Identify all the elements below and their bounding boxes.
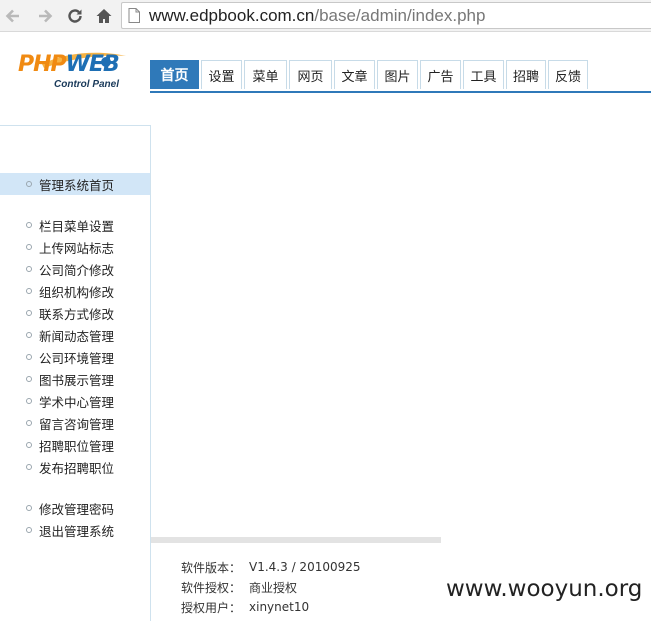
sidebar-item-job-post[interactable]: 发布招聘职位 [0, 456, 150, 478]
sidebar-item-news[interactable]: 新闻动态管理 [0, 324, 150, 346]
tab-tools[interactable]: 工具 [463, 60, 504, 89]
sidebar-item-label: 新闻动态管理 [39, 328, 115, 344]
browser-toolbar: www.edpbook.com.cn/base/admin/index.php [0, 0, 651, 32]
phpweb-logo: PHPWEB Control Panel [14, 50, 132, 98]
info-value: 商业授权 [249, 580, 298, 595]
sidebar-item-admin-home[interactable]: 管理系统首页 [0, 173, 150, 195]
forward-arrow-icon [39, 9, 53, 23]
tab-ads[interactable]: 广告 [420, 60, 461, 89]
bullet-icon [26, 398, 32, 404]
sidebar-item-books[interactable]: 图书展示管理 [0, 368, 150, 390]
logo-text-web: WEB [65, 52, 120, 77]
bullet-icon [26, 266, 32, 272]
info-license: 软件授权： 商业授权 [181, 577, 361, 597]
address-bar[interactable]: www.edpbook.com.cn/base/admin/index.php [121, 2, 651, 29]
sidebar-item-label: 修改管理密码 [39, 501, 115, 517]
bullet-icon [26, 244, 32, 250]
sidebar-item-label: 组织机构修改 [39, 284, 115, 300]
logo-text-php: PHP [18, 52, 67, 77]
sidebar-item-change-password[interactable]: 修改管理密码 [0, 497, 150, 519]
sidebar-item-label: 图书展示管理 [39, 372, 115, 388]
tab-pages[interactable]: 网页 [289, 60, 332, 89]
sidebar-item-label: 栏目菜单设置 [39, 218, 115, 234]
sidebar-item-label: 发布招聘职位 [39, 460, 115, 476]
sidebar-item-label: 公司简介修改 [39, 262, 115, 278]
tab-images[interactable]: 图片 [377, 60, 418, 89]
sidebar-group-content: 栏目菜单设置 上传网站标志 公司简介修改 组织机构修改 联系方式修改 新闻动态管… [0, 214, 150, 478]
sidebar-item-logout[interactable]: 退出管理系统 [0, 519, 150, 541]
sidebar-item-job-manage[interactable]: 招聘职位管理 [0, 434, 150, 456]
home-icon [96, 9, 112, 23]
back-arrow-icon [5, 9, 19, 23]
forward-button[interactable] [33, 4, 57, 28]
software-info: 软件版本： V1.4.3 / 20100925 软件授权： 商业授权 授权用户： xi… [181, 557, 361, 617]
info-value: V1.4.3 / 20100925 [249, 560, 361, 574]
tab-home[interactable]: 首页 [150, 60, 199, 89]
sidebar: 管理系统首页 栏目菜单设置 上传网站标志 公司简介修改 组织机构修改 联系方式修… [0, 125, 151, 621]
bullet-icon [26, 527, 32, 533]
tab-feedback[interactable]: 反馈 [548, 60, 588, 89]
sidebar-group-account: 修改管理密码 退出管理系统 [0, 497, 150, 541]
content-divider [151, 537, 441, 543]
logo-text: PHPWEB [18, 52, 120, 77]
info-user: 授权用户： xinynet10 [181, 597, 361, 617]
bullet-icon [26, 288, 32, 294]
bullet-icon [26, 222, 32, 228]
tabs-underline [150, 91, 651, 93]
sidebar-item-label: 招聘职位管理 [39, 438, 115, 454]
url-text: www.edpbook.com.cn/base/admin/index.php [149, 6, 485, 26]
reload-button[interactable] [63, 4, 87, 28]
tab-articles[interactable]: 文章 [334, 60, 375, 89]
page-icon [128, 8, 140, 23]
sidebar-item-contact[interactable]: 联系方式修改 [0, 302, 150, 324]
back-button[interactable] [1, 4, 25, 28]
bullet-icon [26, 376, 32, 382]
sidebar-item-messages[interactable]: 留言咨询管理 [0, 412, 150, 434]
info-key: 软件授权： [181, 580, 242, 595]
sidebar-item-label: 管理系统首页 [39, 177, 115, 193]
sidebar-item-label: 联系方式修改 [39, 306, 115, 322]
bullet-icon [26, 442, 32, 448]
logo-subtitle: Control Panel [54, 79, 120, 90]
info-value: xinynet10 [249, 600, 310, 614]
bullet-icon [26, 332, 32, 338]
sidebar-item-column-menu[interactable]: 栏目菜单设置 [0, 214, 150, 236]
sidebar-item-upload-logo[interactable]: 上传网站标志 [0, 236, 150, 258]
info-key: 软件版本： [181, 560, 242, 575]
tab-settings[interactable]: 设置 [201, 60, 242, 89]
bullet-icon [26, 354, 32, 360]
sidebar-item-label: 学术中心管理 [39, 394, 115, 410]
bullet-icon [26, 505, 32, 511]
tab-jobs[interactable]: 招聘 [506, 60, 546, 89]
url-host: www.edpbook.com.cn [149, 6, 315, 25]
home-button[interactable] [92, 4, 116, 28]
tab-menu[interactable]: 菜单 [244, 60, 287, 89]
sidebar-group-home: 管理系统首页 [0, 173, 150, 195]
info-key: 授权用户： [181, 600, 242, 615]
bullet-icon [26, 464, 32, 470]
sidebar-item-label: 留言咨询管理 [39, 416, 115, 432]
top-tabs: 首页 设置 菜单 网页 文章 图片 广告 工具 招聘 反馈 [150, 60, 590, 89]
sidebar-item-company-intro[interactable]: 公司简介修改 [0, 258, 150, 280]
sidebar-item-label: 公司环境管理 [39, 350, 115, 366]
sidebar-item-academic[interactable]: 学术中心管理 [0, 390, 150, 412]
url-path: /base/admin/index.php [314, 6, 486, 25]
info-version: 软件版本： V1.4.3 / 20100925 [181, 557, 361, 577]
reload-icon [68, 9, 82, 23]
bullet-icon [26, 420, 32, 426]
sidebar-item-label: 退出管理系统 [39, 523, 115, 539]
sidebar-item-environment[interactable]: 公司环境管理 [0, 346, 150, 368]
bullet-icon [26, 310, 32, 316]
sidebar-item-label: 上传网站标志 [39, 240, 115, 256]
sidebar-item-organization[interactable]: 组织机构修改 [0, 280, 150, 302]
watermark-text: www.wooyun.org [446, 576, 643, 602]
bullet-icon [26, 181, 32, 187]
